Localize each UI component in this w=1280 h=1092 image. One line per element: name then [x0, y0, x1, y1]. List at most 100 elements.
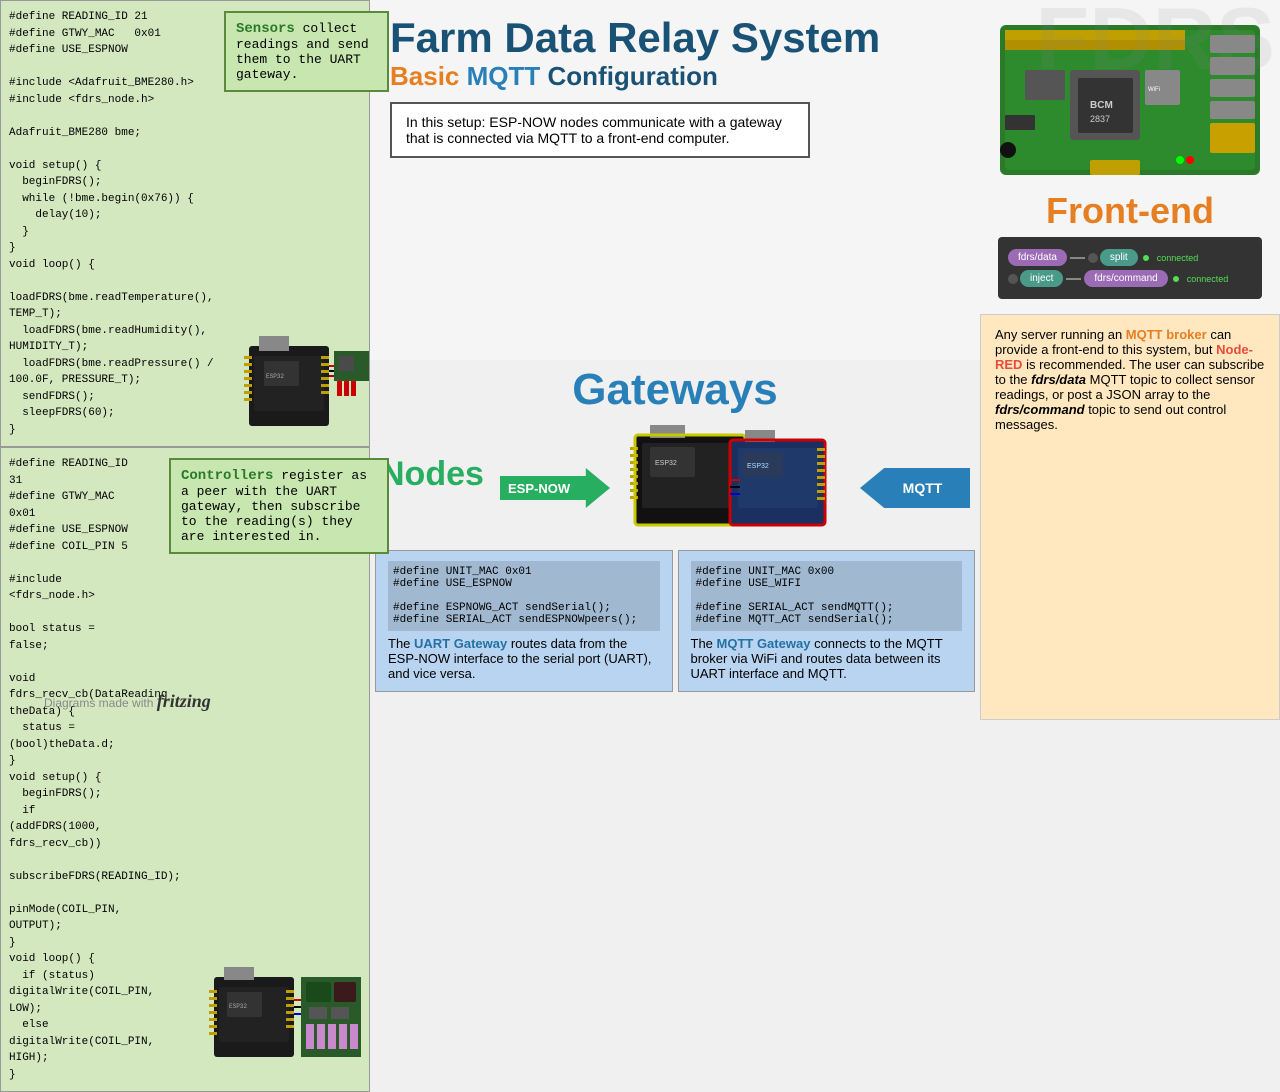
- ctrl-code-line-2: #define GTWY_MAC 0x01: [9, 489, 134, 522]
- mqtt-broker-keyword: MQTT broker: [1126, 327, 1207, 342]
- gateway-description-boxes: #define UNIT_MAC 0x01 #define USE_ESPNOW…: [370, 550, 980, 692]
- mqtt-desc-paragraph: Any server running an MQTT broker can pr…: [995, 327, 1265, 432]
- ctrl-code-line-4: #define COIL_PIN 5: [9, 539, 134, 556]
- gateway-boards-svg: ESP32: [630, 425, 830, 545]
- flow-node-split: split: [1100, 249, 1138, 266]
- flow-connector-1: [1070, 257, 1085, 259]
- footer-brand: fritzing: [157, 691, 211, 711]
- controller-description-box: Controllers register as a peer with the …: [169, 458, 389, 554]
- svg-text:ESP32: ESP32: [655, 460, 677, 467]
- ctrl-code-line-17: pinMode(COIL_PIN, OUTPUT);: [9, 885, 134, 935]
- ctrl-code-line-22: }: [9, 1067, 134, 1084]
- ctrl-code-line-11: status = (bool)theData.d;: [9, 720, 134, 753]
- sensor-code-line-7: [9, 108, 214, 125]
- mqtt-gw-code-2: #define USE_WIFI: [696, 578, 958, 590]
- frontend-label: Front-end: [990, 190, 1270, 232]
- svg-text:ESP32: ESP32: [266, 373, 284, 380]
- subtitle-basic: Basic: [390, 61, 459, 91]
- ctrl-code-line-20: if (status) digitalWrite(COIL_PIN, LOW);: [9, 968, 134, 1018]
- main-container: Sensors collect readings and send them t…: [0, 0, 1280, 720]
- mqtt-description-box: Any server running an MQTT broker can pr…: [980, 314, 1280, 720]
- sensor-code-line-22: }: [9, 422, 214, 439]
- flow-port-dot: [1088, 253, 1098, 263]
- uart-code-4: #define ESPNOWG_ACT sendSerial();: [393, 602, 655, 614]
- mqtt-gw-description: The MQTT Gateway connects to the MQTT br…: [691, 636, 963, 681]
- flow-connector-2: [1066, 278, 1081, 280]
- center-bottom-area: Gateways Nodes ESP-NOW ESP32: [370, 360, 980, 720]
- uart-code-1: #define UNIT_MAC 0x01: [393, 566, 655, 578]
- fdrs-logo: FDRS: [1035, 0, 1275, 83]
- uart-keyword: UART Gateway: [414, 636, 507, 651]
- sensor-code-line-8: Adafruit_BME280 bme;: [9, 125, 214, 142]
- footer: Diagrams made with fritzing: [44, 691, 211, 712]
- sensor-code-line-20: sendFDRS();: [9, 389, 214, 406]
- flow-row-command: inject fdrs/command connected: [1008, 270, 1252, 287]
- sensor-code-line-4: [9, 59, 214, 76]
- footer-made-with: Diagrams made with: [44, 696, 153, 710]
- sensor-code-line-21: sleepFDRS(60);: [9, 405, 214, 422]
- mqtt-label: MQTT: [888, 480, 943, 496]
- uart-description: The UART Gateway routes data from the ES…: [388, 636, 660, 681]
- esp32-sensor-svg: ESP32: [244, 326, 374, 436]
- sensor-code-line-12: while (!bme.begin(0x76)) {: [9, 191, 214, 208]
- sensor-code-line-13: delay(10);: [9, 207, 214, 224]
- mqtt-gw-keyword: MQTT Gateway: [717, 636, 811, 651]
- nodered-flow-diagram: fdrs/data split connected inject fd: [998, 237, 1262, 299]
- uart-code-block: #define UNIT_MAC 0x01 #define USE_ESPNOW…: [388, 561, 660, 631]
- connected-dot-2: [1173, 276, 1179, 282]
- mqtt-gw-code-5: #define MQTT_ACT sendSerial();: [696, 614, 958, 626]
- sensor-code-line-1: #define READING_ID 21: [9, 9, 214, 26]
- controller-chip-image: ESP32: [209, 962, 369, 1081]
- gateway-boards: ESP32: [630, 425, 830, 550]
- mqtt-gw-code-1: #define UNIT_MAC 0x00: [696, 566, 958, 578]
- page-subtitle: Basic MQTT Configuration: [390, 61, 960, 92]
- esp32-controller-svg: ESP32: [209, 962, 369, 1077]
- svg-text:BCM: BCM: [1090, 100, 1113, 111]
- uart-code-2: #define USE_ESPNOW: [393, 578, 655, 590]
- sensor-code-line-5: #include <Adafruit_BME280.h>: [9, 75, 214, 92]
- svg-text:ESP32: ESP32: [229, 1003, 247, 1010]
- ctrl-code-line-7: [9, 605, 134, 622]
- ctrl-code-line-8: bool status = false;: [9, 621, 134, 654]
- flow-node-fdrs-command: fdrs/command: [1084, 270, 1167, 287]
- ctrl-code-line-3: #define USE_ESPNOW: [9, 522, 134, 539]
- ctrl-code-line-1: #define READING_ID 31: [9, 456, 134, 489]
- sensor-code-line-19: loadFDRS(bme.readPressure() / 100.0F, PR…: [9, 356, 214, 389]
- topic2-text: fdrs/command: [995, 402, 1085, 417]
- sensor-code-line-14: }: [9, 224, 214, 241]
- flow-node-split-container: split: [1088, 249, 1138, 266]
- ctrl-code-line-21: else digitalWrite(COIL_PIN, HIGH);: [9, 1017, 134, 1067]
- sensor-description-box: Sensors collect readings and send them t…: [224, 11, 389, 92]
- ctrl-code-line-14: beginFDRS();: [9, 786, 134, 803]
- subtitle-mqtt: MQTT: [467, 61, 548, 91]
- sensor-code-line-6: #include <fdrs_node.h>: [9, 92, 214, 109]
- connected-text-1: connected: [1157, 253, 1199, 263]
- sensor-code-line-10: void setup() {: [9, 158, 214, 175]
- espnow-arrow: ESP-NOW: [500, 468, 610, 508]
- sensor-code-line-2: #define GTWY_MAC 0x01: [9, 26, 214, 43]
- sensor-code-line-16: void loop() {: [9, 257, 214, 274]
- flow-node-fdrs-data: fdrs/data: [1008, 249, 1067, 266]
- info-box-text: In this setup: ESP-NOW nodes communicate…: [406, 114, 782, 146]
- ctrl-code-line-5: [9, 555, 134, 572]
- subtitle-config: Configuration: [548, 61, 718, 91]
- flow-node-inject: inject: [1020, 270, 1063, 287]
- sensor-chip-image: ESP32: [244, 326, 374, 436]
- nodes-label: Nodes: [380, 455, 484, 494]
- controller-keyword: Controllers: [181, 468, 273, 484]
- sensor-code-line-9: [9, 141, 214, 158]
- controller-code-panel: Controllers register as a peer with the …: [0, 447, 370, 1092]
- ctrl-code-line-16: subscribeFDRS(READING_ID);: [9, 852, 134, 885]
- ctrl-code-line-12: }: [9, 753, 134, 770]
- rpi-area: FDRS BCM 2837: [980, 0, 1280, 314]
- info-box: In this setup: ESP-NOW nodes communicate…: [390, 102, 810, 158]
- mqtt-gw-code-block: #define UNIT_MAC 0x00 #define USE_WIFI #…: [691, 561, 963, 631]
- flow-node-inject-container: inject: [1008, 270, 1063, 287]
- flow-row-data: fdrs/data split connected: [1008, 249, 1252, 266]
- mqtt-arrow: MQTT: [860, 468, 970, 508]
- mqtt-desc-text-1: Any server running an: [995, 327, 1126, 342]
- sensor-code-line-15: }: [9, 240, 214, 257]
- ctrl-code-line-6: #include <fdrs_node.h>: [9, 572, 134, 605]
- sensor-code-line-3: #define USE_ESPNOW: [9, 42, 214, 59]
- topic1-text: fdrs/data: [1031, 372, 1086, 387]
